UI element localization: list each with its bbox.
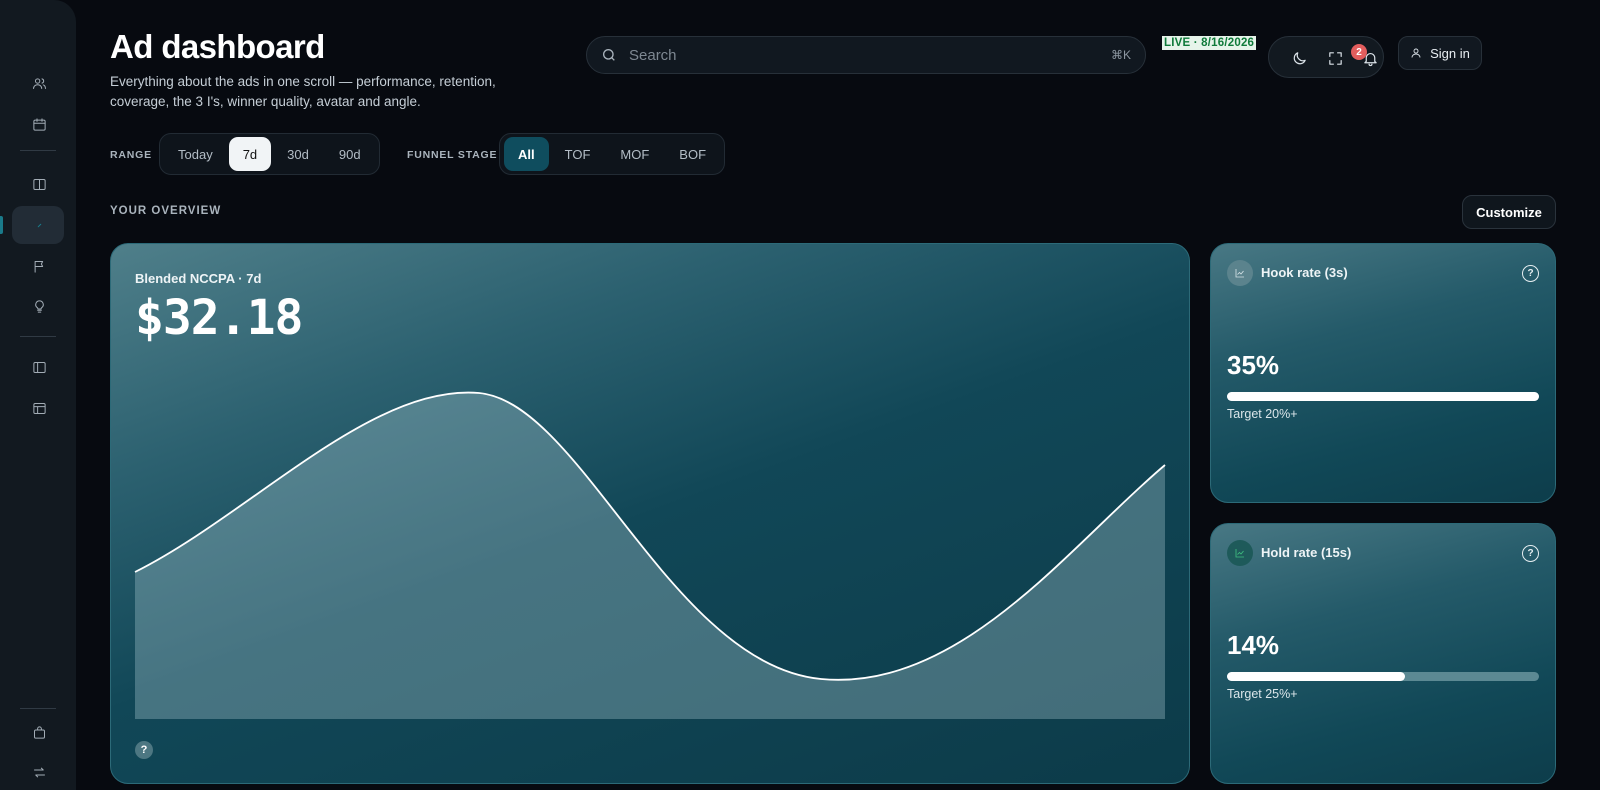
- funnel-option-bof[interactable]: BOF: [665, 137, 720, 171]
- layout-icon[interactable]: [28, 397, 50, 419]
- search-shortcut: ⌘K: [1110, 48, 1131, 62]
- funnel-stage-selector: All TOF MOF BOF: [499, 133, 726, 175]
- live-badge: LIVE · 8/16/2026: [1162, 36, 1257, 50]
- calendar-icon[interactable]: [28, 113, 50, 135]
- panel-icon[interactable]: [28, 356, 50, 378]
- hook-rate-progress: [1227, 392, 1539, 401]
- hook-rate-value: 35%: [1227, 350, 1280, 380]
- hook-rate-progress-fill: [1227, 392, 1539, 401]
- hook-rate-target: Target 20%+: [1227, 407, 1298, 421]
- help-icon[interactable]: ?: [1522, 265, 1539, 282]
- chart-icon: [1227, 540, 1253, 566]
- hold-rate-progress-fill: [1227, 672, 1405, 681]
- funnel-option-tof[interactable]: TOF: [551, 137, 605, 171]
- overview-heading: YOUR OVERVIEW: [110, 205, 222, 217]
- hook-rate-title: Hook rate (3s): [1261, 265, 1348, 280]
- range-option-today[interactable]: Today: [164, 137, 227, 171]
- flag-icon[interactable]: [28, 255, 50, 277]
- hook-rate-card: Hook rate (3s) ? 35% Target 20%+: [1210, 243, 1556, 503]
- header-icon-group: [1268, 36, 1384, 78]
- sign-in-button[interactable]: Sign in: [1398, 36, 1482, 70]
- bag-icon[interactable]: [28, 721, 50, 743]
- funnel-stage-label: FUNNEL STAGE: [407, 149, 498, 161]
- swap-icon[interactable]: [28, 761, 50, 783]
- customize-button[interactable]: Customize: [1462, 195, 1556, 229]
- range-option-90d[interactable]: 90d: [325, 137, 375, 171]
- range-option-7d[interactable]: 7d: [228, 137, 272, 171]
- funnel-option-all[interactable]: All: [504, 137, 549, 171]
- page-title: Ad dashboard: [110, 28, 325, 65]
- hold-rate-target: Target 25%+: [1227, 687, 1298, 701]
- hold-rate-title: Hold rate (15s): [1261, 545, 1352, 560]
- search-icon: [603, 49, 615, 61]
- fullscreen-icon[interactable]: [1325, 48, 1345, 68]
- hold-rate-progress: [1227, 672, 1539, 681]
- search-bar[interactable]: Search ⌘K: [586, 36, 1146, 74]
- sidebar-divider: [20, 708, 56, 709]
- hold-rate-value: 14%: [1227, 630, 1280, 660]
- moon-icon[interactable]: [1289, 48, 1309, 68]
- hold-rate-card: Hold rate (15s) ? 14% Target 25%+: [1210, 523, 1556, 784]
- book-icon[interactable]: [28, 173, 50, 195]
- funnel-option-mof[interactable]: MOF: [606, 137, 663, 171]
- help-icon[interactable]: ?: [1522, 545, 1539, 562]
- sidebar-divider: [20, 150, 56, 151]
- sidebar-divider: [20, 336, 56, 337]
- sign-in-label: Sign in: [1430, 45, 1470, 61]
- chart-icon: [1227, 260, 1253, 286]
- lightbulb-icon[interactable]: [28, 295, 50, 317]
- active-indicator: [0, 216, 3, 234]
- page-subtitle: Everything about the ads in one scroll —…: [110, 74, 496, 109]
- nccpa-card: Blended NCCPA · 7d $32.18 ?: [110, 243, 1190, 784]
- user-icon: [1411, 48, 1421, 58]
- nccpa-value: $32.18: [135, 290, 303, 346]
- help-icon[interactable]: ?: [135, 741, 153, 759]
- nccpa-label: Blended NCCPA · 7d: [135, 271, 262, 286]
- search-input[interactable]: Search: [629, 47, 1111, 64]
- sidebar: [0, 0, 76, 790]
- range-option-30d[interactable]: 30d: [273, 137, 323, 171]
- notification-badge: 2: [1351, 44, 1367, 60]
- users-icon[interactable]: [28, 72, 50, 94]
- range-selector: Today 7d 30d 90d: [159, 133, 380, 175]
- range-label: RANGE: [110, 149, 152, 161]
- trend-icon[interactable]: [28, 214, 50, 236]
